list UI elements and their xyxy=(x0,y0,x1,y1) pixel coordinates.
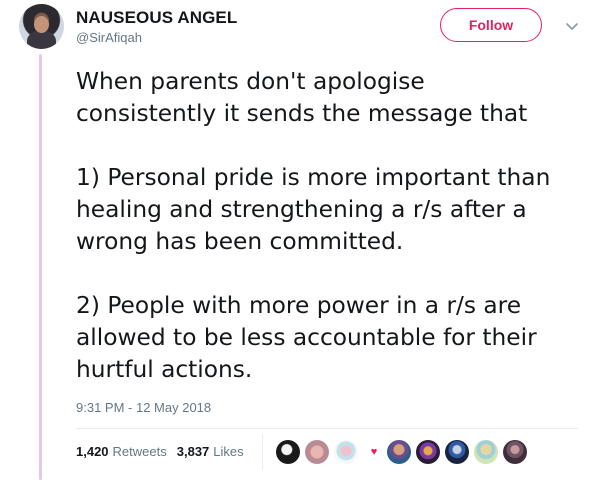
liker-avatar[interactable] xyxy=(387,440,411,464)
liker-avatar[interactable] xyxy=(416,440,440,464)
liker-avatar[interactable] xyxy=(334,440,358,464)
tweet-text: When parents don't apologise consistentl… xyxy=(76,66,586,386)
retweets-label: Retweets xyxy=(112,444,167,459)
author-handle[interactable]: @SirAfiqah xyxy=(76,30,142,45)
retweets-count: 1,420 xyxy=(76,444,109,459)
likes-stat[interactable]: 3,837 Likes xyxy=(177,444,244,459)
tweet-line: hurtful actions. xyxy=(76,356,253,383)
divider xyxy=(262,434,263,470)
author-name[interactable]: NAUSEOUS ANGEL xyxy=(76,8,237,28)
likes-label: Likes xyxy=(213,444,244,459)
tweet-line: healing and strengthening a r/s after a xyxy=(76,196,527,223)
avatar-face xyxy=(34,16,49,33)
liker-avatar[interactable] xyxy=(503,440,527,464)
tweet-stats: 1,420 Retweets 3,837 Likes xyxy=(76,444,254,459)
tweet-line: 2) People with more power in a r/s are xyxy=(76,292,522,319)
tweet-timestamp[interactable]: 9:31 PM - 12 May 2018 xyxy=(76,400,211,415)
tweet-line: allowed to be less accountable for their xyxy=(76,324,537,351)
tweet-line: When parents don't apologise xyxy=(76,68,425,95)
chevron-down-icon[interactable] xyxy=(565,22,579,32)
likes-count: 3,837 xyxy=(176,444,210,459)
follow-button[interactable]: Follow xyxy=(440,8,542,42)
liker-avatar[interactable] xyxy=(445,440,469,464)
liker-avatar[interactable] xyxy=(276,440,300,464)
liker-avatar[interactable] xyxy=(305,440,329,464)
divider xyxy=(76,428,578,429)
liker-avatar[interactable] xyxy=(474,440,498,464)
retweets-stat[interactable]: 1,420 Retweets xyxy=(76,444,167,459)
tweet-line: wrong has been committed. xyxy=(76,228,404,255)
tweet-line: consistently it sends the message that xyxy=(76,100,528,127)
thread-line xyxy=(39,54,42,480)
avatar[interactable] xyxy=(19,4,64,49)
liker-avatars: ♥ xyxy=(276,440,532,464)
heart-icon: ♥ xyxy=(370,446,378,458)
tweet-line: 1) Personal pride is more important than xyxy=(76,164,551,191)
